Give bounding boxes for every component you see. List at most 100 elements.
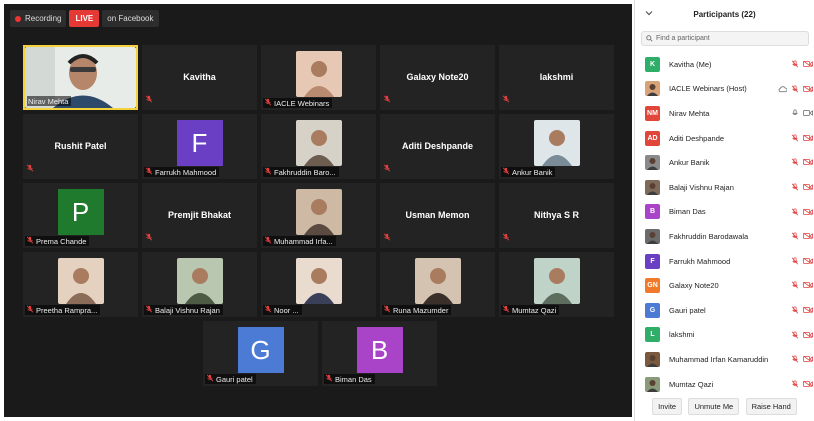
participant-video: [533, 258, 580, 304]
participant-tile[interactable]: Aditi Deshpande: [380, 114, 495, 179]
muted-mic-icon: [264, 305, 272, 315]
participant-search-input[interactable]: Find a participant: [641, 31, 809, 46]
participant-status-icons: [791, 109, 813, 117]
participant-status-icons: [791, 281, 813, 289]
participant-tile[interactable]: Nithya S R: [499, 183, 614, 248]
participant-row[interactable]: Mumtaz Qazi: [635, 372, 814, 397]
participant-name: Gauri patel: [216, 374, 253, 384]
participant-video: [533, 120, 580, 166]
participant-label: Nirav Mehta: [27, 96, 72, 106]
muted-mic-icon: [26, 236, 34, 246]
participant-avatar: K: [645, 56, 660, 72]
participant-avatar: [645, 376, 660, 392]
participant-row[interactable]: IACLE Webinars (Host): [635, 77, 814, 102]
participant-name: Muhammad Irfan Kamaruddin: [669, 354, 769, 364]
participant-name: Biman Das: [335, 374, 372, 384]
participant-row[interactable]: NM Nirav Mehta: [635, 101, 814, 126]
participant-tile[interactable]: Premjit Bhakat: [142, 183, 257, 248]
participant-tile[interactable]: Usman Memon: [380, 183, 495, 248]
participant-name: Noor ...: [274, 305, 299, 315]
search-icon: [646, 35, 653, 42]
recording-indicator[interactable]: Recording: [10, 10, 67, 27]
participant-tile[interactable]: Preetha Rampra...: [23, 252, 138, 317]
participant-video: [295, 120, 342, 166]
muted-mic-icon: [145, 228, 153, 246]
participant-tile[interactable]: Mumtaz Qazi: [499, 252, 614, 317]
participant-tile[interactable]: Muhammad Irfa...: [261, 183, 376, 248]
participant-avatar: P: [57, 189, 104, 235]
video-off-icon: [803, 355, 813, 363]
participant-name: Runa Mazumder: [393, 305, 449, 315]
participant-video: [176, 258, 223, 304]
participant-tile[interactable]: Kavitha: [142, 45, 257, 110]
invite-button[interactable]: Invite: [652, 398, 683, 415]
participant-tile[interactable]: P Prema Chande: [23, 183, 138, 248]
participant-video: [295, 258, 342, 304]
participant-video: [57, 258, 104, 304]
muted-mic-icon: [383, 228, 391, 246]
participant-name: Farrukh Mahmood: [669, 256, 731, 266]
participant-label: Prema Chande: [25, 236, 90, 246]
participant-label: Runa Mazumder: [382, 305, 452, 315]
mic-icon: [792, 109, 798, 116]
participant-tile[interactable]: Runa Mazumder: [380, 252, 495, 317]
participant-avatar: G: [237, 327, 284, 373]
panel-header: Participants (22): [635, 0, 814, 28]
participant-name: Biman Das: [669, 207, 706, 217]
participant-row[interactable]: Balaji Vishnu Rajan: [635, 175, 814, 200]
participant-row[interactable]: AD Aditi Deshpande: [635, 126, 814, 151]
participant-name: lakshmi: [669, 330, 695, 340]
participant-tile[interactable]: G Gauri patel: [203, 321, 318, 386]
participant-name: Rushit Patel: [54, 141, 107, 151]
participant-row[interactable]: G Gauri patel: [635, 298, 814, 323]
muted-mic-icon: [325, 374, 333, 384]
participant-tile[interactable]: IACLE Webinars: [261, 45, 376, 110]
participant-row[interactable]: F Farrukh Mahmood: [635, 249, 814, 274]
unmute-me-button[interactable]: Unmute Me: [688, 398, 740, 415]
participant-row[interactable]: B Biman Das: [635, 200, 814, 225]
video-off-icon: [803, 134, 813, 142]
participant-label: IACLE Webinars: [263, 98, 333, 108]
participant-tile[interactable]: B Biman Das: [322, 321, 437, 386]
muted-mic-icon: [502, 167, 510, 177]
participant-label: Noor ...: [263, 305, 302, 315]
participant-row[interactable]: Fakhruddin Barodawala: [635, 224, 814, 249]
participant-tile[interactable]: F Farrukh Mahmood: [142, 114, 257, 179]
participant-row[interactable]: GN Galaxy Note20: [635, 273, 814, 298]
participant-row[interactable]: K Kavitha (Me): [635, 52, 814, 77]
participant-row[interactable]: Ankur Banik: [635, 150, 814, 175]
participant-tile[interactable]: Galaxy Note20: [380, 45, 495, 110]
participant-status-icons: [791, 380, 813, 388]
participant-status-icons: [791, 330, 813, 339]
video-off-icon: [803, 60, 813, 68]
participant-tile[interactable]: Fakhruddin Baro...: [261, 114, 376, 179]
video-off-icon: [803, 159, 813, 166]
participant-avatar: GN: [645, 278, 660, 294]
participant-status-icons: [791, 183, 813, 191]
live-destination: on Facebook: [102, 10, 159, 27]
participant-tile[interactable]: Nirav Mehta: [23, 45, 138, 110]
participant-tile[interactable]: Rushit Patel: [23, 114, 138, 179]
participant-tile[interactable]: lakshmi: [499, 45, 614, 110]
participant-name: Muhammad Irfa...: [274, 236, 333, 246]
participant-tile[interactable]: Noor ...: [261, 252, 376, 317]
participant-row[interactable]: Llakshmi: [635, 323, 814, 348]
participant-avatar: G: [645, 302, 660, 318]
participant-tile[interactable]: Balaji Vishnu Rajan: [142, 252, 257, 317]
participant-video: [295, 51, 342, 97]
muted-mic-icon: [791, 183, 799, 191]
video-off-icon: [803, 183, 813, 191]
raise-hand-button[interactable]: Raise Hand: [745, 398, 797, 415]
live-badge[interactable]: LIVE: [69, 10, 100, 27]
participant-name: Ankur Banik: [512, 167, 553, 177]
muted-mic-icon: [791, 306, 799, 314]
muted-mic-icon: [264, 236, 272, 246]
participant-row[interactable]: Muhammad Irfan Kamaruddin: [635, 347, 814, 372]
participant-tile[interactable]: Ankur Banik: [499, 114, 614, 179]
participant-video: [295, 189, 342, 235]
participant-status-icons: [791, 355, 813, 363]
participant-status-icons: [791, 134, 813, 142]
muted-mic-icon: [383, 90, 391, 108]
muted-mic-icon: [791, 60, 799, 68]
participant-video: [414, 258, 461, 304]
